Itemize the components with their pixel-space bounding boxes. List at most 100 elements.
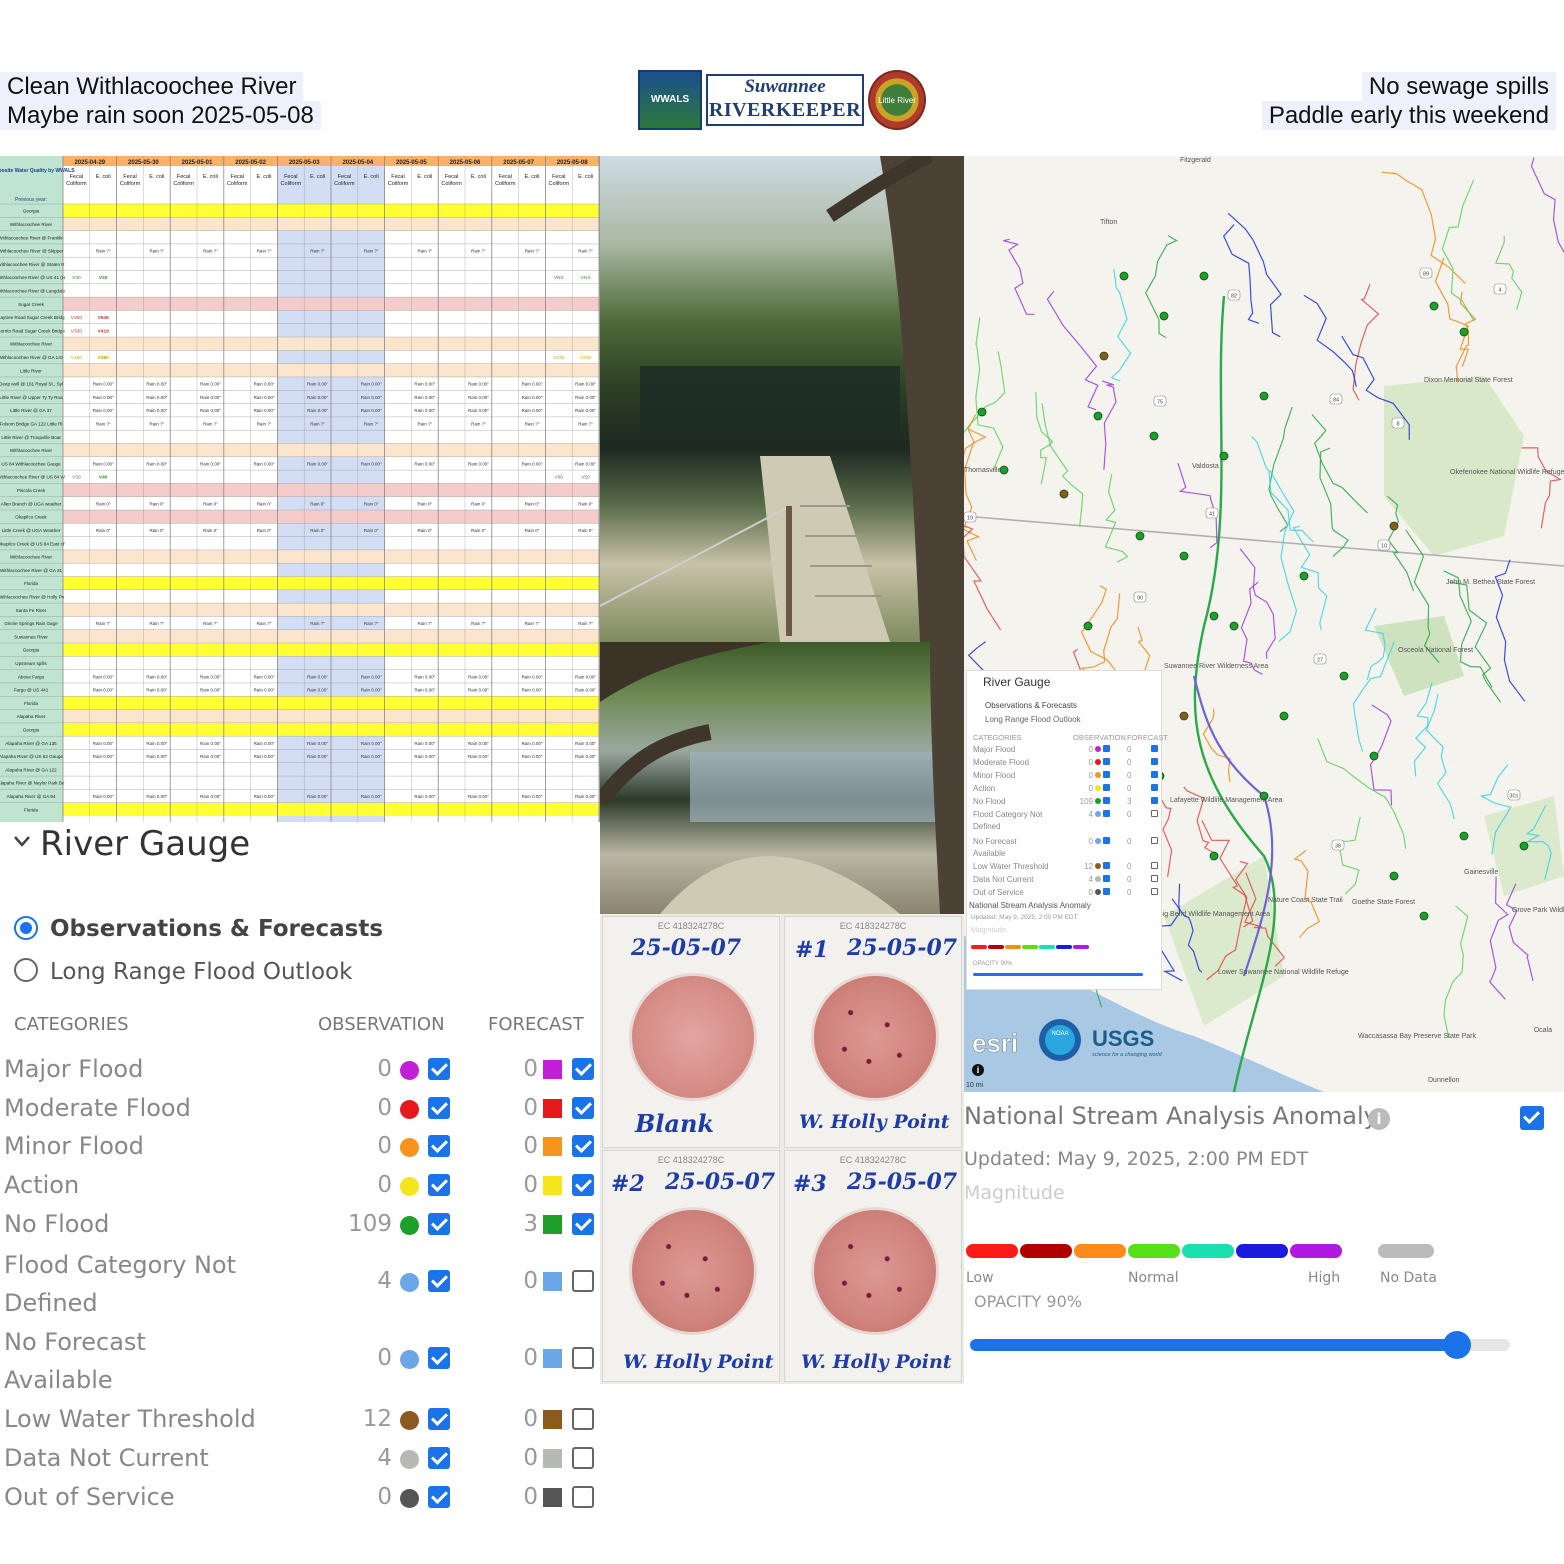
map-scale: 10 mi xyxy=(966,1082,984,1089)
observation-swatch xyxy=(400,1216,419,1235)
opacity-slider-handle[interactable] xyxy=(1443,1331,1471,1359)
row-label: Gornto Road Sugar Creek Bridge xyxy=(0,328,65,333)
section-row xyxy=(63,802,599,816)
mini-legend-checkbox[interactable] xyxy=(1151,810,1158,817)
stream-line xyxy=(1041,403,1084,527)
plate-number: #3 xyxy=(793,1171,827,1197)
mini-legend-checkbox[interactable] xyxy=(1103,784,1110,791)
rain-value: Rain 0.00" xyxy=(361,461,382,466)
observation-checkbox[interactable] xyxy=(428,1174,450,1196)
mini-legend-nsaa-title: National Stream Analysis Anomaly xyxy=(969,901,1091,910)
observation-checkbox[interactable] xyxy=(428,1058,450,1080)
plate-label: W. Holly Point xyxy=(623,1351,774,1373)
plate-number: #2 xyxy=(611,1171,645,1197)
chevron-down-icon[interactable] xyxy=(12,830,32,850)
observation-checkbox[interactable] xyxy=(428,1347,450,1369)
rain-value: Rain ?" xyxy=(257,249,272,254)
forecast-checkbox[interactable] xyxy=(572,1058,594,1080)
nsaa-checkbox[interactable] xyxy=(1520,1106,1544,1130)
mini-legend-swatch xyxy=(1095,746,1101,752)
observations-forecasts-radio[interactable] xyxy=(14,916,38,940)
forecast-checkbox[interactable] xyxy=(572,1213,594,1235)
column-header: Fecal xyxy=(391,174,404,180)
forecast-checkbox[interactable] xyxy=(572,1447,594,1469)
observation-checkbox[interactable] xyxy=(428,1097,450,1119)
section-row xyxy=(63,297,599,311)
plate-date: 25-05-07 xyxy=(631,935,742,961)
magnitude-color-segment xyxy=(966,1244,1018,1258)
column-header: Coliform xyxy=(388,181,409,187)
row-label: Withlacoochee River @ Holly Po xyxy=(0,594,65,599)
mini-legend-checkbox[interactable] xyxy=(1151,758,1158,765)
mini-legend-checkbox[interactable] xyxy=(1151,888,1158,895)
rain-value: Rain 0.00" xyxy=(361,741,382,746)
rain-value: Rain 0.00" xyxy=(468,382,489,387)
mini-legend-checkbox[interactable] xyxy=(1103,797,1110,804)
mini-legend-checkbox[interactable] xyxy=(1103,745,1110,752)
mini-legend-checkbox[interactable] xyxy=(1151,771,1158,778)
mini-legend-swatch xyxy=(1095,811,1101,817)
rain-value: Rain 0.00" xyxy=(522,754,543,759)
info-icon[interactable]: i xyxy=(1368,1108,1390,1130)
mini-legend-checkbox[interactable] xyxy=(1151,745,1158,752)
column-header: Fecal xyxy=(284,174,297,180)
observation-checkbox[interactable] xyxy=(428,1213,450,1235)
mini-legend-checkbox[interactable] xyxy=(1103,862,1110,869)
forecast-checkbox[interactable] xyxy=(572,1408,594,1430)
road-number: 4 xyxy=(1498,288,1501,294)
observation-checkbox[interactable] xyxy=(428,1447,450,1469)
map-place-label: Valdosta xyxy=(1192,463,1219,470)
category-label: Flood Category Not xyxy=(4,1251,237,1279)
observation-checkbox[interactable] xyxy=(428,1486,450,1508)
river-gauge-panel: River Gauge Observations & Forecasts Lon… xyxy=(0,824,600,1564)
gauge-marker xyxy=(1159,311,1169,321)
category-label: Data Not Current xyxy=(4,1444,209,1472)
rain-value: Rain ?" xyxy=(471,249,486,254)
row-label: Santa Fe River xyxy=(16,608,47,613)
info-icon[interactable]: i xyxy=(972,1064,984,1076)
forecast-checkbox[interactable] xyxy=(572,1174,594,1196)
mini-legend-checkbox[interactable] xyxy=(1151,797,1158,804)
gauge-marker xyxy=(1119,271,1129,281)
mini-legend-opacity-slider[interactable] xyxy=(973,973,1143,976)
mini-legend-checkbox[interactable] xyxy=(1103,888,1110,895)
mini-legend-checkbox[interactable] xyxy=(1103,771,1110,778)
mini-legend-checkbox[interactable] xyxy=(1151,875,1158,882)
rain-value: Rain 0.00" xyxy=(93,741,114,746)
forecast-checkbox[interactable] xyxy=(572,1097,594,1119)
bacteria-value: V40 xyxy=(99,475,108,481)
forecast-checkbox[interactable] xyxy=(572,1270,594,1292)
column-header: Coliform xyxy=(281,181,302,187)
mini-legend-checkbox[interactable] xyxy=(1103,758,1110,765)
observation-checkbox[interactable] xyxy=(428,1408,450,1430)
mini-legend-checkbox[interactable] xyxy=(1151,784,1158,791)
rain-value: Rain 0.00" xyxy=(307,674,328,679)
observation-count: 0 xyxy=(377,1095,392,1121)
mini-legend-checkbox[interactable] xyxy=(1103,837,1110,844)
section-row xyxy=(63,483,599,497)
row-label: Withlacoochee River @ Staten R xyxy=(0,262,65,267)
rain-value: Rain 0" xyxy=(471,528,486,533)
forecast-checkbox[interactable] xyxy=(572,1135,594,1157)
bacteria-value: V330 xyxy=(71,328,83,334)
observation-checkbox[interactable] xyxy=(428,1270,450,1292)
stream-line xyxy=(1530,157,1564,254)
rain-value: Rain ?" xyxy=(257,621,272,626)
bacteria-value: V419 xyxy=(98,328,110,334)
mini-legend-checkbox[interactable] xyxy=(1151,862,1158,869)
mini-legend-swatch xyxy=(1095,798,1101,804)
forecast-checkbox[interactable] xyxy=(572,1347,594,1369)
forecast-swatch xyxy=(543,1060,562,1079)
forecast-swatch xyxy=(543,1449,562,1468)
rain-value: Rain 0" xyxy=(525,501,540,506)
mini-legend-checkbox[interactable] xyxy=(1151,837,1158,844)
observation-checkbox[interactable] xyxy=(428,1135,450,1157)
forecast-checkbox[interactable] xyxy=(572,1486,594,1508)
stream-line xyxy=(975,317,1004,472)
long-range-flood-outlook-radio[interactable] xyxy=(14,958,38,982)
mini-legend-checkbox[interactable] xyxy=(1103,875,1110,882)
rain-value: Rain 0.00" xyxy=(414,754,435,759)
river-gauge-map[interactable]: Fitzgerald Tifton Valdosta Thomasville Dixon… xyxy=(964,156,1564,1092)
mini-legend-checkbox[interactable] xyxy=(1103,810,1110,817)
mini-legend-color-segment xyxy=(1056,945,1072,949)
